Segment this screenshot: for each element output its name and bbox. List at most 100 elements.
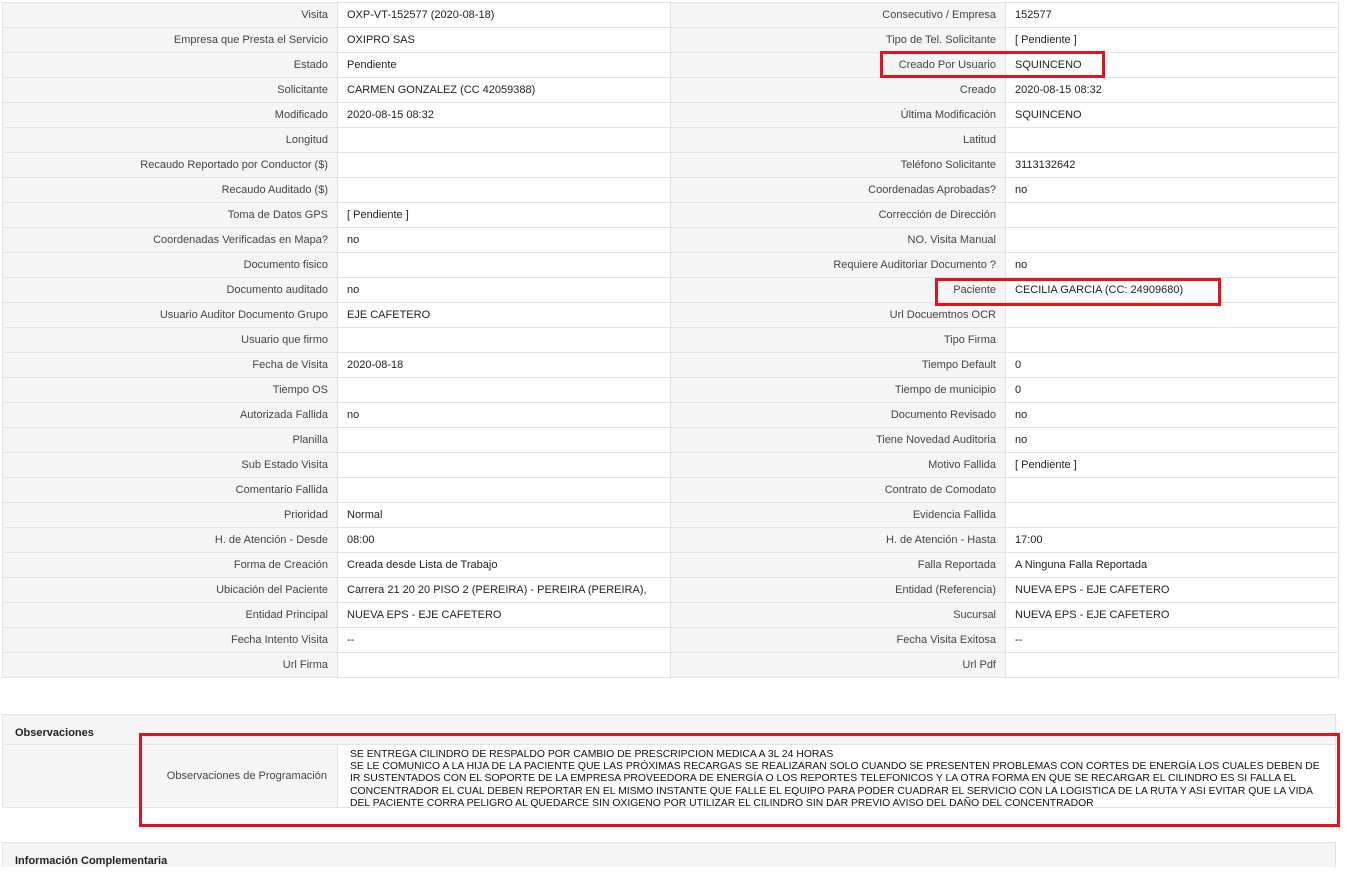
table-row: Solicitante CARMEN GONZALEZ (CC 42059388)… [2, 77, 1339, 103]
table-row: Comentario Fallida Contrato de Comodato [2, 477, 1339, 503]
telefono-solicitante-label: Teléfono Solicitante [670, 152, 1006, 178]
fecha-de-visita-value: 2020-08-18 [337, 352, 671, 378]
coordenadas-aprobadas-label: Coordenadas Aprobadas? [670, 177, 1006, 203]
latitud-label: Latitud [670, 127, 1006, 153]
evidencia-fallida-value [1005, 502, 1339, 528]
table-row: Sub Estado Visita Motivo Fallida[ Pendien… [2, 452, 1339, 478]
documento-auditado-value: no [337, 277, 671, 303]
coordenadas-verificadas-en-mapa-label: Coordenadas Verificadas en Mapa? [2, 227, 338, 253]
contrato-de-comodato-value [1005, 477, 1339, 503]
fecha-intento-visita-value: -- [337, 627, 671, 653]
recaudo-auditado-value [337, 177, 671, 203]
visit-detail-body: Visita OXP-VT-152577 (2020-08-18) Consecut… [2, 2, 1339, 678]
table-row: Entidad Principal NUEVA EPS - EJE CAFETER… [2, 602, 1339, 628]
latitud-value [1005, 127, 1339, 153]
tipo-firma-value [1005, 327, 1339, 353]
tipo-de-tel-solicitante-label: Tipo de Tel. Solicitante [670, 27, 1006, 53]
fecha-visita-exitosa-value: -- [1005, 627, 1339, 653]
tiempo-de-municipio-value: 0 [1005, 377, 1339, 403]
prioridad-label: Prioridad [2, 502, 338, 528]
table-row: Forma de Creación Creada desde Lista de T… [2, 552, 1339, 578]
falla-reportada-value: A Ninguna Falla Reportada [1005, 552, 1339, 578]
url-docuemtnos-ocr-value [1005, 302, 1339, 328]
creado-por-usuario-label: Creado Por Usuario [670, 52, 1006, 78]
fecha-intento-visita-label: Fecha Intento Visita [2, 627, 338, 653]
sucursal-label: Sucursal [670, 602, 1006, 628]
table-row: Autorizada Fallida no Documento Revisado … [2, 402, 1339, 428]
ultima-modificacion-value: SQUINCENO [1005, 102, 1339, 128]
sucursal-value: NUEVA EPS - EJE CAFETERO [1005, 602, 1339, 628]
table-row: Recaudo Reportado por Conductor ($) Teléf… [2, 152, 1339, 178]
motivo-fallida-label: Motivo Fallida [670, 452, 1006, 478]
forma-de-creacion-value: Creada desde Lista de Trabajo [337, 552, 671, 578]
creado-por-usuario-value: SQUINCENO [1005, 52, 1339, 78]
usuario-que-firmo-label: Usuario que firmo [2, 327, 338, 353]
prioridad-value: Normal [337, 502, 671, 528]
estado-value: Pendiente [337, 52, 671, 78]
table-row: Visita OXP-VT-152577 (2020-08-18) Consecut… [2, 2, 1339, 28]
visita-label: Visita [2, 2, 338, 28]
h-de-atencion-hasta-label: H. de Atención - Hasta [670, 527, 1006, 553]
correccion-de-direccion-value [1005, 202, 1339, 228]
informacion-complementaria-header: Información Complementaria [2, 842, 1336, 867]
fecha-de-visita-label: Fecha de Visita [2, 352, 338, 378]
comentario-fallida-value [337, 477, 671, 503]
table-row: Usuario que firmo Tipo Firma [2, 327, 1339, 353]
usuario-auditor-documento-grupo-label: Usuario Auditor Documento Grupo [2, 302, 338, 328]
documento-fisico-value [337, 252, 671, 278]
fecha-visita-exitosa-label: Fecha Visita Exitosa [670, 627, 1006, 653]
table-row: Modificado 2020-08-15 08:32 Última Modific… [2, 102, 1339, 128]
visita-value: OXP-VT-152577 (2020-08-18) [337, 2, 671, 28]
recaudo-auditado-label: Recaudo Auditado ($) [2, 177, 338, 203]
h-de-atencion-hasta-value: 17:00 [1005, 527, 1339, 553]
ultima-modificacion-label: Última Modificación [670, 102, 1006, 128]
tipo-firma-label: Tipo Firma [670, 327, 1006, 353]
documento-fisico-label: Documento fisico [2, 252, 338, 278]
table-row: Estado Pendiente Creado Por Usuario SQUINCE… [2, 52, 1339, 78]
documento-revisado-label: Documento Revisado [670, 402, 1006, 428]
observaciones-row: Observaciones de Programación SE ENTREGA… [2, 744, 1336, 809]
url-firma-label: Url Firma [2, 652, 338, 678]
tiene-novedad-auditoria-label: Tiene Novedad Auditoria [670, 427, 1006, 453]
table-row: Documento fisico Requiere Auditoriar Docu… [2, 252, 1339, 278]
visit-detail-table: Visita OXP-VT-152577 (2020-08-18) Consecut… [2, 2, 1339, 678]
table-row: Ubicación del Paciente Carrera 21 20 20 P… [2, 577, 1339, 603]
documento-auditado-label: Documento auditado [2, 277, 338, 303]
coordenadas-aprobadas-value: no [1005, 177, 1339, 203]
planilla-label: Planilla [2, 427, 338, 453]
tipo-de-tel-solicitante-value: [ Pendiente ] [1005, 27, 1339, 53]
table-row: Prioridad Normal Evidencia Fallida [2, 502, 1339, 528]
toma-de-datos-gps-label: Toma de Datos GPS [2, 202, 338, 228]
comentario-fallida-label: Comentario Fallida [2, 477, 338, 503]
no-visita-manual-value [1005, 227, 1339, 253]
sub-estado-visita-label: Sub Estado Visita [2, 452, 338, 478]
telefono-solicitante-value: 3113132642 [1005, 152, 1339, 178]
tiempo-os-label: Tiempo OS [2, 377, 338, 403]
url-firma-value [337, 652, 671, 678]
sub-estado-visita-value [337, 452, 671, 478]
observaciones-programacion-label: Observaciones de Programación [3, 745, 338, 807]
table-row: Tiempo OS Tiempo de municipio 0 [2, 377, 1339, 403]
table-row: Fecha de Visita 2020-08-18 Tiempo Default… [2, 352, 1339, 378]
table-row: Documento auditado no Paciente CECILIA GAR… [2, 277, 1339, 303]
empresa-que-presta-el-servicio-label: Empresa que Presta el Servicio [2, 27, 338, 53]
tiempo-default-label: Tiempo Default [670, 352, 1006, 378]
entidad-principal-value: NUEVA EPS - EJE CAFETERO [337, 602, 671, 628]
consecutivo-empresa-label: Consecutivo / Empresa [670, 2, 1006, 28]
motivo-fallida-value: [ Pendiente ] [1005, 452, 1339, 478]
entidad-principal-label: Entidad Principal [2, 602, 338, 628]
falla-reportada-label: Falla Reportada [670, 552, 1006, 578]
tiempo-de-municipio-label: Tiempo de municipio [670, 377, 1006, 403]
toma-de-datos-gps-value: [ Pendiente ] [337, 202, 671, 228]
tiempo-os-value [337, 377, 671, 403]
longitud-label: Longitud [2, 127, 338, 153]
paciente-value: CECILIA GARCIA (CC: 24909680) [1005, 277, 1339, 303]
documento-revisado-value: no [1005, 402, 1339, 428]
recaudo-reportado-por-conductor-value [337, 152, 671, 178]
table-row: Url Firma Url Pdf [2, 652, 1339, 678]
planilla-value [337, 427, 671, 453]
table-row: Coordenadas Verificadas en Mapa? no NO. V… [2, 227, 1339, 253]
tiempo-default-value: 0 [1005, 352, 1339, 378]
modificado-value: 2020-08-15 08:32 [337, 102, 671, 128]
coordenadas-verificadas-en-mapa-value: no [337, 227, 671, 253]
